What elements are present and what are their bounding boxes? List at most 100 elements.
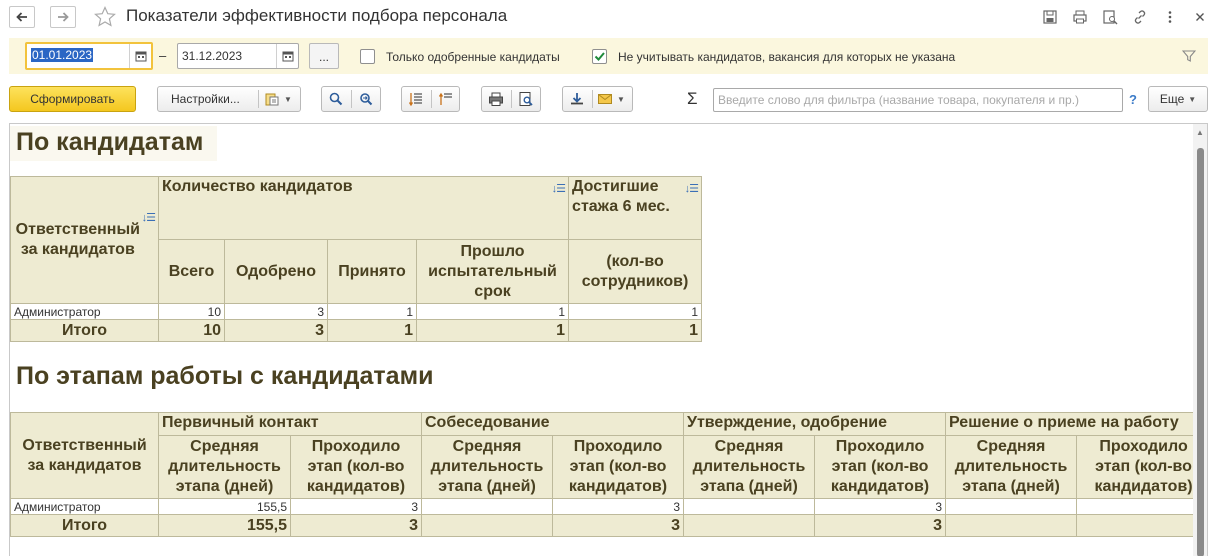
report-variants-icon <box>264 91 280 107</box>
arrow-right-icon <box>58 12 69 22</box>
header-tenure: ↓☰ Достигшие стажа 6 мес. <box>568 176 703 240</box>
cell-value <box>421 498 553 515</box>
find-next-icon[interactable] <box>358 91 374 107</box>
settings-button[interactable]: Настройки... <box>171 92 240 106</box>
totals-accepted: 1 <box>327 319 417 342</box>
report-area[interactable]: По кандидатам ↓☰ Ответственный за кандид… <box>9 123 1208 556</box>
scroll-up-icon[interactable]: ▲ <box>1196 128 1204 137</box>
header-tenure-label: Достигшие стажа 6 мес. <box>572 178 670 215</box>
header-responsible: Ответственный за кандидатов <box>10 412 159 499</box>
forward-button[interactable] <box>50 6 76 28</box>
send-email-button[interactable]: ▼ <box>597 91 625 107</box>
header-stage-approval: Утверждение, одобрение <box>683 412 947 436</box>
select-period-button[interactable]: ... <box>309 43 339 69</box>
calendar-icon <box>135 51 146 62</box>
header-stage-hiring-decision: Решение о приеме на работу <box>945 412 1207 436</box>
expand-groups-icon[interactable] <box>408 91 424 107</box>
report-toolbar: Сформировать Настройки... ▼ ▼ Σ Введите … <box>0 86 1213 114</box>
date-from-field[interactable]: 01.01.2023 <box>25 42 153 70</box>
table-row[interactable]: Администратор 10 3 1 1 1 <box>10 303 703 320</box>
date-to-calendar-button[interactable] <box>276 44 298 68</box>
header-count-group: ↓☰ Количество кандидатов <box>157 176 570 240</box>
header-probation: Прошло испытательный срок <box>415 239 570 304</box>
totals-label: Итого <box>10 319 159 342</box>
sum-icon[interactable]: Σ <box>687 89 698 109</box>
envelope-icon <box>597 91 613 107</box>
date-range-separator: – <box>159 48 167 63</box>
settings-group: Настройки... ▼ <box>157 86 301 112</box>
sort-icon[interactable]: ↓☰ <box>685 179 699 199</box>
totals-value: 3 <box>814 514 947 537</box>
cell-value <box>683 498 816 515</box>
cell-value: 3 <box>814 498 947 515</box>
totals-tenure: 1 <box>568 319 703 342</box>
close-icon[interactable] <box>1191 8 1209 26</box>
back-button[interactable] <box>9 6 35 28</box>
candidates-table: ↓☰ Ответственный за кандидатов ↓☰ Количе… <box>10 176 703 342</box>
totals-probation: 1 <box>415 319 570 342</box>
header-responsible-label: Ответственный за кандидатов <box>15 221 140 258</box>
variants-dropdown-button[interactable]: ▼ <box>264 91 292 107</box>
date-to-field[interactable]: 31.12.2023 <box>177 43 299 69</box>
scrollbar-thumb[interactable] <box>1197 148 1204 556</box>
header-total: Всего <box>158 239 225 304</box>
more-actions-button[interactable]: Еще ▼ <box>1148 86 1208 112</box>
totals-value: 155,5 <box>158 514 291 537</box>
date-from-calendar-button[interactable] <box>129 44 151 68</box>
totals-value <box>421 514 553 537</box>
more-actions-label: Еще <box>1159 92 1185 106</box>
totals-value: 3 <box>290 514 422 537</box>
cell-value: 3 <box>551 498 685 515</box>
filter-bar: 01.01.2023 – 31.12.2023 ... Только одобр… <box>9 38 1208 74</box>
ignore-no-vacancy-checkbox[interactable] <box>592 49 607 64</box>
generate-button[interactable]: Сформировать <box>9 86 136 112</box>
help-icon[interactable]: ? <box>1129 92 1137 107</box>
more-vertical-icon[interactable] <box>1161 8 1179 26</box>
vertical-scrollbar[interactable]: ▲ <box>1193 124 1207 556</box>
totals-row[interactable]: Итого 10 3 1 1 1 <box>10 319 703 342</box>
collapse-groups-icon[interactable] <box>438 91 454 107</box>
only-approved-label[interactable]: Только одобренные кандидаты <box>386 50 560 64</box>
header-duration: Средняя длительность этапа (дней) <box>683 435 816 499</box>
filter-funnel-icon[interactable] <box>1182 49 1196 63</box>
preview-icon[interactable] <box>1101 8 1119 26</box>
save-icon[interactable] <box>1041 8 1059 26</box>
header-count: Проходило этап (кол-во кандидатов) <box>814 435 947 499</box>
star-icon[interactable] <box>93 5 117 29</box>
header-approved: Одобрено <box>224 239 328 304</box>
search-group <box>321 86 381 112</box>
cell-value: 155,5 <box>158 498 291 515</box>
chevron-down-icon: ▼ <box>1188 94 1197 104</box>
header-duration: Средняя длительность этапа (дней) <box>158 435 291 499</box>
table-row[interactable]: Администратор 155,5 3 3 3 <box>10 498 1207 515</box>
header-count: Проходило этап (кол-во кандидатов) <box>1076 435 1207 499</box>
totals-value <box>683 514 816 537</box>
totals-value <box>945 514 1078 537</box>
cell-value: 3 <box>290 498 422 515</box>
print-group <box>481 86 541 112</box>
row-name: Администратор <box>10 303 159 320</box>
ignore-no-vacancy-label[interactable]: Не учитывать кандидатов, вакансия для ко… <box>618 50 955 64</box>
link-icon[interactable] <box>1131 8 1149 26</box>
cell-tenure: 1 <box>568 303 703 320</box>
header-duration: Средняя длительность этапа (дней) <box>945 435 1078 499</box>
cell-value <box>1076 498 1207 515</box>
only-approved-checkbox[interactable] <box>360 49 375 64</box>
save-to-file-icon[interactable] <box>569 91 585 107</box>
totals-label: Итого <box>10 514 159 537</box>
find-icon[interactable] <box>328 91 344 107</box>
totals-total: 10 <box>158 319 225 342</box>
date-to-value: 31.12.2023 <box>182 49 243 63</box>
header-count-group-label: Количество кандидатов <box>162 178 353 195</box>
sort-icon[interactable]: ↓☰ <box>142 208 156 228</box>
cell-accepted: 1 <box>327 303 417 320</box>
print-icon[interactable] <box>488 91 504 107</box>
print-icon[interactable] <box>1071 8 1089 26</box>
sort-icon[interactable]: ↓☰ <box>552 179 566 199</box>
arrow-left-icon <box>16 12 27 22</box>
totals-row[interactable]: Итого 155,5 3 3 3 <box>10 514 1207 537</box>
print-preview-icon[interactable] <box>518 91 534 107</box>
cell-value <box>945 498 1078 515</box>
header-accepted: Принято <box>327 239 417 304</box>
filter-search-input[interactable] <box>713 88 1123 112</box>
